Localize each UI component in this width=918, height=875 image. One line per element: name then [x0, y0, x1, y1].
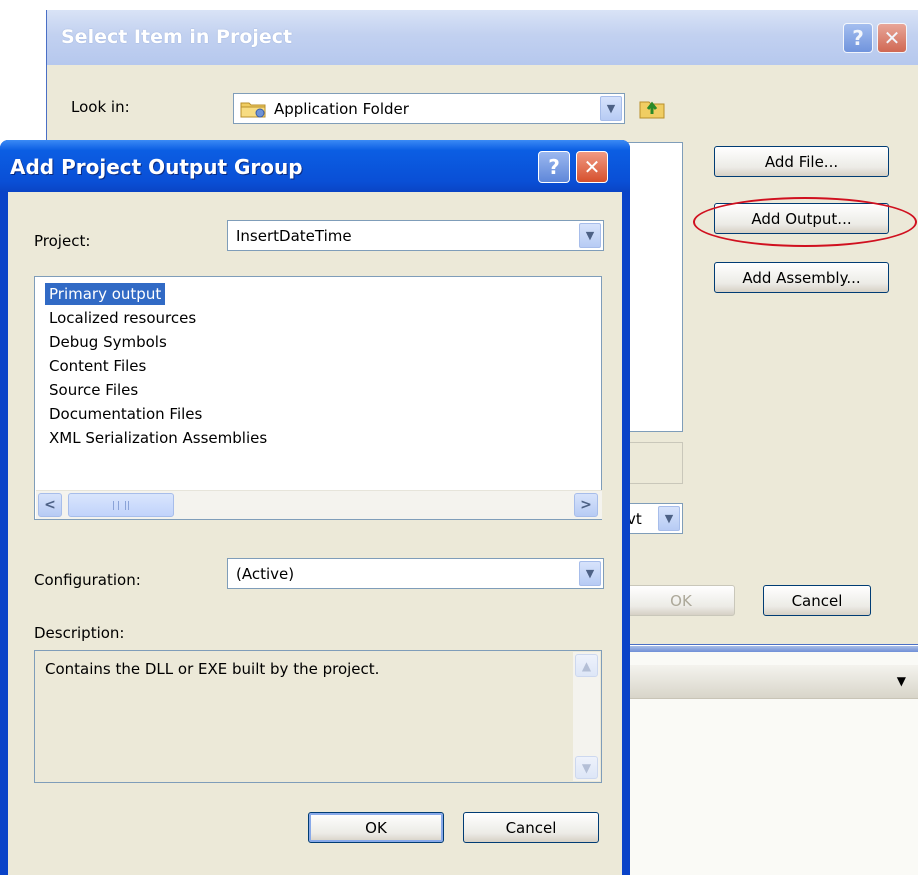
- scroll-right-icon[interactable]: >: [574, 493, 598, 517]
- grip-icon: [113, 501, 129, 510]
- up-one-level-icon[interactable]: [637, 92, 667, 122]
- list-item[interactable]: Content Files: [45, 355, 150, 377]
- help-button[interactable]: ?: [538, 151, 570, 183]
- file-name-field[interactable]: [627, 442, 683, 484]
- project-label: Project:: [34, 232, 91, 250]
- horizontal-scrollbar[interactable]: < >: [36, 490, 602, 519]
- look-in-label: Look in:: [71, 98, 130, 116]
- back-cancel-button[interactable]: Cancel: [763, 585, 871, 616]
- scroll-left-icon[interactable]: <: [38, 493, 62, 517]
- select-item-title: Select Item in Project: [61, 26, 293, 48]
- help-icon: ?: [852, 26, 864, 50]
- scroll-thumb[interactable]: [68, 493, 174, 517]
- add-assembly-button[interactable]: Add Assembly...: [714, 262, 889, 293]
- close-button[interactable]: ✕: [576, 151, 608, 183]
- project-value: InsertDateTime: [236, 227, 352, 245]
- list-item[interactable]: Debug Symbols: [45, 331, 171, 353]
- help-button[interactable]: ?: [843, 23, 873, 53]
- chevron-down-icon[interactable]: ▼: [579, 561, 601, 586]
- folder-icon: [240, 99, 268, 119]
- look-in-combo[interactable]: Application Folder ▼: [233, 93, 625, 124]
- add-output-highlight: [693, 197, 917, 247]
- chevron-down-icon[interactable]: ▼: [579, 223, 601, 248]
- configuration-label: Configuration:: [34, 571, 141, 589]
- add-file-button[interactable]: Add File...: [714, 146, 889, 177]
- files-of-type-combo[interactable]: vt ▼: [627, 503, 683, 534]
- close-button[interactable]: ✕: [877, 23, 907, 53]
- help-icon: ?: [548, 155, 560, 179]
- add-project-output-group-title: Add Project Output Group: [10, 155, 303, 179]
- close-icon: ✕: [583, 155, 601, 179]
- back-ok-button[interactable]: OK: [627, 585, 735, 616]
- scroll-down-icon[interactable]: ▼: [575, 756, 598, 779]
- list-item[interactable]: XML Serialization Assemblies: [45, 427, 271, 449]
- ok-button[interactable]: OK: [308, 812, 444, 843]
- select-item-titlebar[interactable]: Select Item in Project: [47, 10, 918, 65]
- close-icon: ✕: [883, 26, 901, 50]
- dropdown-arrow-icon[interactable]: ▼: [897, 674, 906, 688]
- scroll-up-icon[interactable]: ▲: [575, 654, 598, 677]
- project-combo[interactable]: InsertDateTime ▼: [227, 220, 604, 251]
- chevron-down-icon[interactable]: ▼: [600, 96, 622, 121]
- look-in-value: Application Folder: [274, 100, 409, 118]
- list-item[interactable]: Source Files: [45, 379, 142, 401]
- cancel-button[interactable]: Cancel: [463, 812, 599, 843]
- output-group-list[interactable]: Primary output Localized resources Debug…: [34, 276, 602, 520]
- configuration-combo[interactable]: (Active) ▼: [227, 558, 604, 589]
- description-box: Contains the DLL or EXE built by the pro…: [34, 650, 602, 783]
- background-pane: ▼: [620, 652, 918, 875]
- list-item[interactable]: Primary output: [45, 283, 166, 305]
- items-list[interactable]: [627, 142, 683, 432]
- description-text: Contains the DLL or EXE built by the pro…: [45, 660, 380, 678]
- add-project-output-group-titlebar[interactable]: Add Project Output Group: [0, 140, 630, 192]
- description-label: Description:: [34, 624, 125, 642]
- list-item[interactable]: Localized resources: [45, 307, 200, 329]
- configuration-value: (Active): [236, 565, 295, 583]
- chevron-down-icon[interactable]: ▼: [658, 506, 680, 531]
- list-item[interactable]: Documentation Files: [45, 403, 206, 425]
- vertical-scrollbar[interactable]: ▲ ▼: [573, 652, 600, 781]
- pane-header: ▼: [620, 665, 918, 699]
